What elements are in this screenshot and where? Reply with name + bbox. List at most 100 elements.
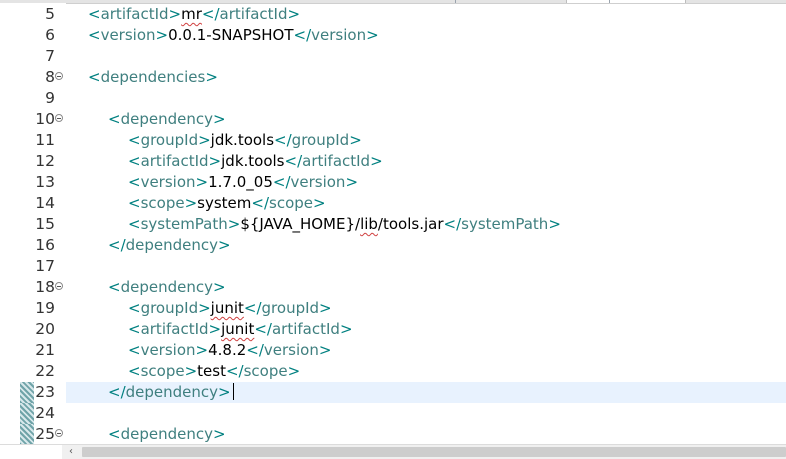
code-area[interactable]	[66, 88, 786, 109]
editor-line[interactable]: 10 <dependency>	[0, 109, 786, 130]
code-text: <artifactId>junit</artifactId>	[128, 319, 353, 340]
xml-tag-name: version	[263, 341, 319, 359]
code-text: <systemPath>${JAVA_HOME}/lib/tools.jar</…	[128, 214, 561, 235]
xml-bracket: >	[227, 215, 241, 233]
editor-line[interactable]: 20 <artifactId>junit</artifactId>	[0, 319, 786, 340]
code-area[interactable]: <version>4.8.2</version>	[66, 340, 786, 361]
fold-collapse-icon[interactable]	[55, 72, 63, 80]
editor-line[interactable]: 18 <dependency>	[0, 277, 786, 298]
code-area[interactable]: <artifactId>mr</artifactId>	[66, 4, 786, 25]
code-area[interactable]: <dependency>	[66, 424, 786, 444]
xml-text-value: mr	[181, 5, 202, 23]
code-area[interactable]: <artifactId>junit</artifactId>	[66, 319, 786, 340]
editor-line[interactable]: 7	[0, 46, 786, 67]
code-text: <artifactId>jdk.tools</artifactId>	[128, 151, 383, 172]
code-area[interactable]: <dependencies>	[66, 67, 786, 88]
code-text: <dependency>	[108, 424, 226, 444]
xml-tag-name: version	[100, 26, 156, 44]
code-area[interactable]: <version>0.0.1-SNAPSHOT</version>	[66, 25, 786, 46]
xml-bracket: >	[339, 320, 353, 338]
xml-bracket: >	[198, 299, 211, 317]
xml-bracket: </	[108, 383, 126, 401]
code-area[interactable]: <scope>system</scope>	[66, 193, 786, 214]
code-area[interactable]	[66, 403, 786, 424]
code-area[interactable]: <dependency>	[66, 277, 786, 298]
editor-line[interactable]: 24	[0, 403, 786, 424]
fold-collapse-icon[interactable]	[55, 114, 63, 122]
editor-line[interactable]: 19 <groupId>junit</groupId>	[0, 298, 786, 319]
code-area[interactable]: </dependency>	[66, 235, 786, 256]
xml-bracket: <	[128, 194, 141, 212]
xml-text-value: junit	[221, 320, 255, 338]
xml-bracket: <	[88, 68, 101, 86]
xml-bracket: >	[168, 5, 182, 23]
editor-line[interactable]: 22 <scope>test</scope>	[0, 361, 786, 382]
code-text: <dependency>	[108, 277, 226, 298]
code-area[interactable]: <groupId>junit</groupId>	[66, 298, 786, 319]
xml-source-editor[interactable]: 5 <artifactId>mr</artifactId> 6 <version>0.…	[0, 3, 786, 444]
editor-line[interactable]: 17	[0, 256, 786, 277]
editor-line[interactable]: 23 </dependency>	[0, 382, 786, 403]
xml-tag-name: artifactId	[219, 5, 288, 23]
line-number: 17	[35, 257, 55, 275]
code-text: <scope>test</scope>	[128, 361, 300, 382]
xml-tag-name: scope	[243, 362, 288, 380]
xml-tag-name: artifactId	[100, 5, 169, 23]
code-area[interactable]	[66, 46, 786, 67]
xml-text-value: 0.0.1-SNAPSHOT	[168, 26, 294, 44]
code-text: <dependency>	[108, 109, 226, 130]
editor-line[interactable]: 14 <scope>system</scope>	[0, 193, 786, 214]
xml-bracket: >	[349, 131, 362, 149]
editor-line[interactable]: 11 <groupId>jdk.tools</groupId>	[0, 130, 786, 151]
code-area[interactable]: <version>1.7.0_05</version>	[66, 172, 786, 193]
xml-bracket: <	[128, 173, 141, 191]
code-text: <version>1.7.0_05</version>	[128, 172, 358, 193]
xml-bracket: >	[184, 194, 198, 212]
code-area[interactable]	[66, 256, 786, 277]
code-area[interactable]: <groupId>jdk.tools</groupId>	[66, 130, 786, 151]
code-text: <artifactId>mr</artifactId>	[88, 4, 300, 25]
fold-collapse-icon[interactable]	[55, 429, 63, 437]
editor-line[interactable]: 8 <dependencies>	[0, 67, 786, 88]
code-area[interactable]: <artifactId>jdk.tools</artifactId>	[66, 151, 786, 172]
xml-bracket: </	[272, 173, 291, 191]
xml-tag-name: version	[290, 173, 346, 191]
code-area[interactable]: <dependency>	[66, 109, 786, 130]
xml-tag-name: version	[311, 26, 367, 44]
editor-line[interactable]: 16 </dependency>	[0, 235, 786, 256]
editor-line[interactable]: 15 <systemPath>${JAVA_HOME}/lib/tools.jar…	[0, 214, 786, 235]
xml-bracket: </	[274, 131, 292, 149]
editor-line[interactable]: 9	[0, 88, 786, 109]
editor-line[interactable]: 21 <version>4.8.2</version>	[0, 340, 786, 361]
code-area[interactable]: </dependency>	[66, 382, 786, 403]
code-text: <version>0.0.1-SNAPSHOT</version>	[88, 25, 379, 46]
editor-line[interactable]: 5 <artifactId>mr</artifactId>	[0, 4, 786, 25]
editor-line[interactable]: 12 <artifactId>jdk.tools</artifactId>	[0, 151, 786, 172]
xml-bracket: <	[108, 278, 121, 296]
code-area[interactable]: <scope>test</scope>	[66, 361, 786, 382]
code-text: <groupId>junit</groupId>	[128, 298, 332, 319]
xml-bracket: >	[155, 26, 169, 44]
editor-line[interactable]: 25 <dependency>	[0, 424, 786, 444]
line-number: 20	[35, 320, 55, 338]
scrollbar-thumb[interactable]	[82, 447, 786, 457]
xml-text-value: lib	[360, 215, 378, 233]
editor-line[interactable]: 6 <version>0.0.1-SNAPSHOT</version>	[0, 25, 786, 46]
xml-bracket: >	[548, 215, 561, 233]
scroll-left-arrow-icon[interactable]: ‹	[64, 445, 78, 459]
xml-tag-name: version	[140, 173, 196, 191]
xml-bracket: >	[366, 26, 379, 44]
horizontal-scrollbar[interactable]: ‹	[0, 444, 786, 459]
xml-tag-name: scope	[140, 362, 185, 380]
xml-bracket: </	[251, 194, 270, 212]
xml-bracket: <	[108, 110, 121, 128]
xml-tag-name: dependency	[125, 383, 219, 401]
code-area[interactable]: <systemPath>${JAVA_HOME}/lib/tools.jar</…	[66, 214, 786, 235]
xml-tag-name: artifactId	[302, 152, 371, 170]
xml-tag-name: dependency	[125, 236, 219, 254]
xml-bracket: >	[287, 362, 301, 380]
fold-collapse-icon[interactable]	[55, 282, 63, 290]
code-text: </dependency>	[108, 382, 234, 403]
editor-line[interactable]: 13 <version>1.7.0_05</version>	[0, 172, 786, 193]
xml-tag-name: groupId	[261, 299, 320, 317]
